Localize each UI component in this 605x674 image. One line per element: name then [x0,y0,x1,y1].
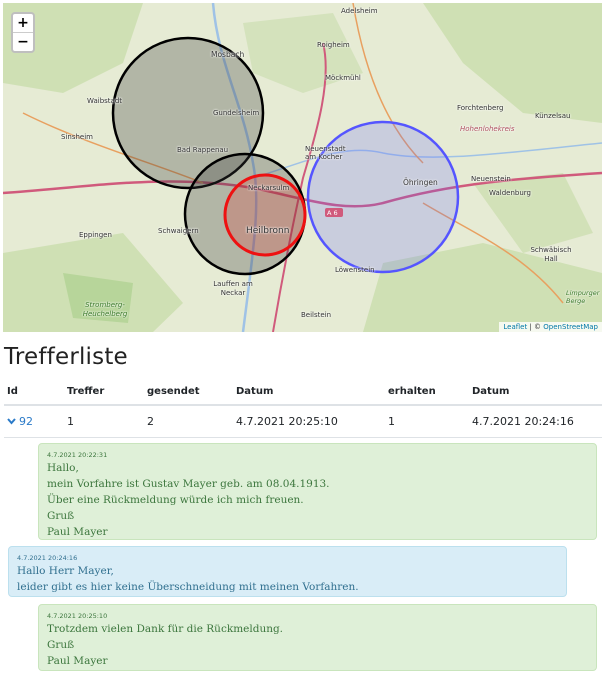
row-erhalten: 1 [385,405,469,438]
message-timestamp: 4.7.2021 20:22:31 [47,451,108,459]
row-datum-sent: 4.7.2021 20:25:10 [233,405,385,438]
place-label: Hohenlohekreis [460,125,515,133]
hits-table: Id Treffer gesendet Datum erhalten Datum… [4,380,602,438]
map-attribution: Leaflet | © OpenStreetMap [499,322,602,332]
message-line: Gruß [47,639,75,651]
table-row: 92 1 2 4.7.2021 20:25:10 1 4.7.2021 20:2… [4,405,602,438]
row-id-link[interactable]: 92 [19,415,33,428]
column-header-erhalten: erhalten [385,380,469,406]
place-label: Schwaigern [158,227,199,235]
column-header-id: Id [4,380,64,406]
highway-shield-label: A 6 [327,209,338,217]
place-label: Neckarsulm [248,184,290,192]
place-label: Schwäbisch Hall [530,246,572,263]
message-timestamp: 4.7.2021 20:25:10 [47,612,108,620]
place-label: Eppingen [79,231,112,239]
place-label: Mosbach [211,50,245,59]
place-label: Roigheim [317,41,350,49]
zoom-in-button[interactable]: + [13,14,33,32]
table-header-row: Id Treffer gesendet Datum erhalten Datum [4,380,602,406]
osm-link[interactable]: OpenStreetMap [543,323,598,331]
message-line: Über eine Rückmeldung würde ich mich fre… [47,494,304,506]
place-label: Lauffen am Neckar [213,280,253,297]
zoom-out-button[interactable]: − [13,32,33,51]
received-message: 4.7.2021 20:24:16 Hallo Herr Mayer, leid… [8,546,567,597]
message-line: Hallo, [47,462,79,474]
place-label: Möckmühl [325,74,361,82]
place-label: Sinsheim [61,133,93,141]
place-label: Öhringen [403,178,438,187]
place-label: Beilstein [301,311,332,319]
attribution-separator: | © [527,323,544,331]
map-tiles [3,3,602,332]
place-label: Gundelsheim [213,109,260,117]
row-treffer: 1 [64,405,144,438]
message-line: Trotzdem vielen Dank für die Rückmeldung… [47,623,284,635]
row-datum-recv: 4.7.2021 20:24:16 [469,405,602,438]
page-title: Trefferliste [4,344,128,370]
place-label: Bad Rappenau [177,146,229,154]
place-label: Waibstadt [87,97,123,105]
place-label: Limpurger Berge [566,289,600,305]
message-line: Gruß [47,510,75,522]
column-header-treffer: Treffer [64,380,144,406]
place-label: Heilbronn [246,226,290,236]
column-header-datum-recv: Datum [469,380,602,406]
leaflet-link[interactable]: Leaflet [503,323,527,331]
chevron-down-icon[interactable] [7,417,16,428]
column-header-datum-sent: Datum [233,380,385,406]
place-label: Forchtenberg [457,104,504,112]
sent-message: 4.7.2021 20:25:10 Trotzdem vielen Dank f… [38,604,597,671]
place-label: Künzelsau [535,112,571,120]
place-label: Löwenstein [335,266,375,274]
row-id-cell[interactable]: 92 [4,405,64,438]
message-line: Paul Mayer [47,526,108,538]
message-timestamp: 4.7.2021 20:24:16 [17,554,78,562]
message-line: Paul Mayer [47,655,108,667]
row-gesendet: 2 [144,405,233,438]
zoom-control: + − [11,12,35,53]
sent-message: 4.7.2021 20:22:31 Hallo, mein Vorfahre i… [38,443,597,540]
message-line: leider gibt es hier keine Überschneidung… [17,581,359,593]
message-line: Hallo Herr Mayer, [17,565,114,577]
place-label: Neuenstadt am Kocher [305,145,346,161]
map[interactable]: + − Adelsheim Mosbach Roigheim Möckmühl … [3,3,602,332]
place-label: Waldenburg [489,189,531,197]
message-line: mein Vorfahre ist Gustav Mayer geb. am 0… [47,478,330,490]
place-label: Adelsheim [341,7,378,15]
place-label: Stromberg-Heuchelberg [82,301,128,318]
place-label: Neuenstein [471,175,511,183]
column-header-gesendet: gesendet [144,380,233,406]
